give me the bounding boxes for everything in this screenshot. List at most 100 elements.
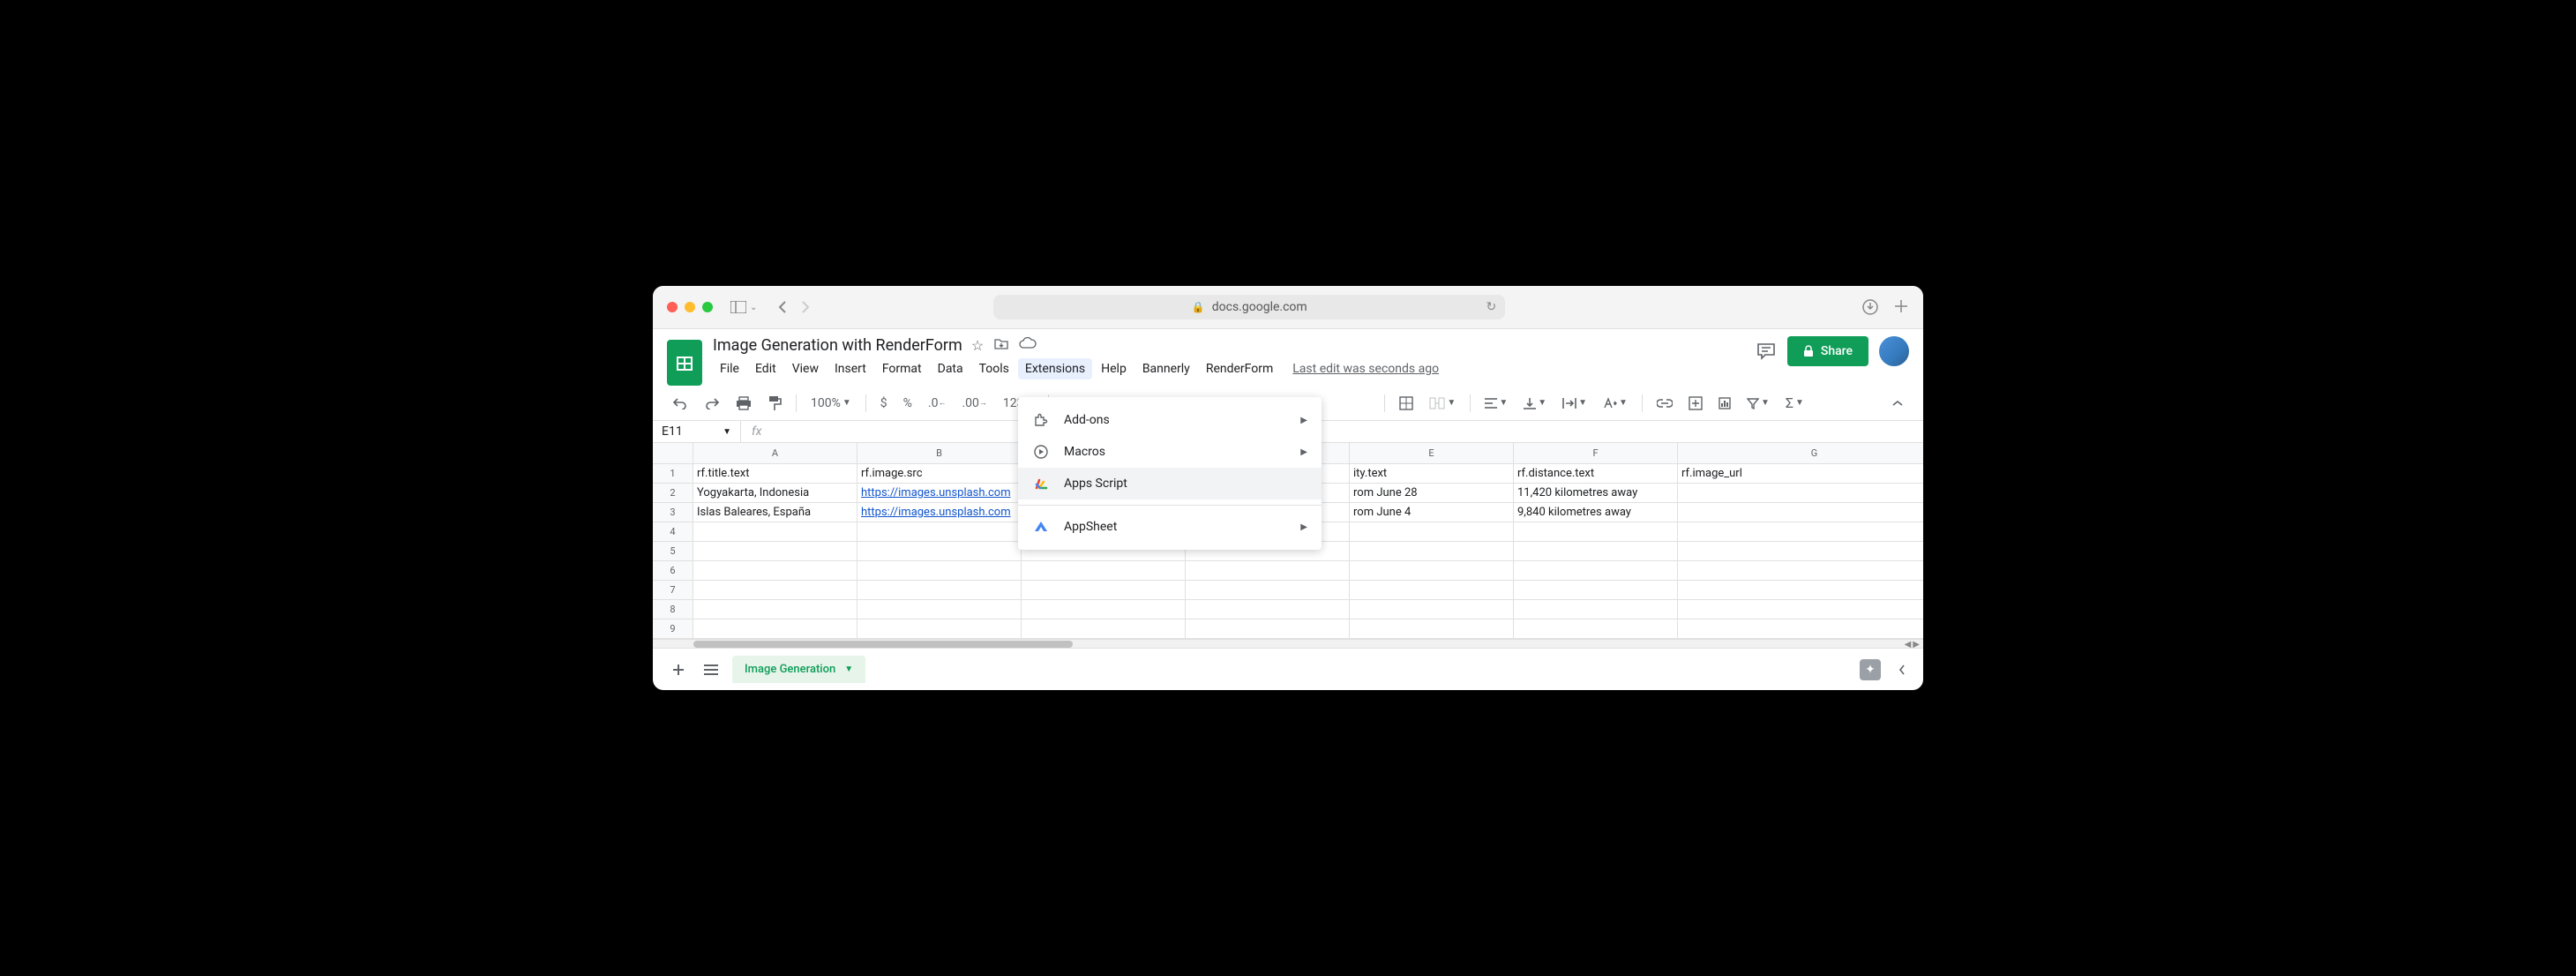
horizontal-scrollbar[interactable]: ◀▶ xyxy=(653,639,1923,648)
close-window-button[interactable] xyxy=(667,302,678,312)
menu-view[interactable]: View xyxy=(785,358,826,379)
filter-button[interactable]: ▼ xyxy=(1741,394,1775,413)
reload-icon[interactable]: ↻ xyxy=(1486,300,1497,314)
row-header-8[interactable]: 8 xyxy=(653,600,693,619)
move-icon[interactable] xyxy=(994,337,1008,354)
cell-b6[interactable] xyxy=(857,561,1022,581)
menu-format[interactable]: Format xyxy=(875,358,929,379)
functions-button[interactable]: Σ▼ xyxy=(1780,391,1809,415)
formula-input[interactable] xyxy=(772,421,1923,442)
cell-f1[interactable]: rf.distance.text xyxy=(1514,464,1678,484)
menu-data[interactable]: Data xyxy=(931,358,970,379)
doc-title[interactable]: Image Generation with RenderForm xyxy=(713,336,962,355)
collapse-toolbar-button[interactable] xyxy=(1886,396,1909,410)
add-sheet-button[interactable] xyxy=(667,658,690,681)
cell-g5[interactable] xyxy=(1678,542,1923,561)
menu-file[interactable]: File xyxy=(713,358,746,379)
scrollbar-thumb[interactable] xyxy=(693,641,1073,648)
cell-a8[interactable] xyxy=(693,600,857,619)
insert-chart-button[interactable] xyxy=(1713,394,1736,413)
user-avatar[interactable] xyxy=(1879,336,1909,366)
cell-e3[interactable]: rom June 4 xyxy=(1350,503,1514,522)
cell-f8[interactable] xyxy=(1514,600,1678,619)
cell-g9[interactable] xyxy=(1678,619,1923,639)
cell-d6[interactable] xyxy=(1186,561,1350,581)
explore-button[interactable]: ✦ xyxy=(1860,659,1881,680)
last-edit-link[interactable]: Last edit was seconds ago xyxy=(1292,362,1439,376)
col-header-a[interactable]: A xyxy=(693,443,857,464)
menu-tools[interactable]: Tools xyxy=(972,358,1016,379)
increase-decimal-button[interactable]: .00→ xyxy=(956,393,992,414)
row-header-9[interactable]: 9 xyxy=(653,619,693,639)
decrease-decimal-button[interactable]: .0← xyxy=(923,393,952,414)
cell-g1[interactable]: rf.image_url xyxy=(1678,464,1923,484)
cell-g8[interactable] xyxy=(1678,600,1923,619)
row-header-5[interactable]: 5 xyxy=(653,542,693,561)
cell-b9[interactable] xyxy=(857,619,1022,639)
star-icon[interactable]: ☆ xyxy=(971,337,984,354)
cell-b7[interactable] xyxy=(857,581,1022,600)
apps-script-menu-item[interactable]: Apps Script xyxy=(1018,468,1322,499)
insert-comment-button[interactable] xyxy=(1683,393,1708,414)
row-header-2[interactable]: 2 xyxy=(653,484,693,503)
row-header-4[interactable]: 4 xyxy=(653,522,693,542)
back-button[interactable] xyxy=(778,300,787,314)
select-all-corner[interactable] xyxy=(653,443,693,464)
all-sheets-button[interactable] xyxy=(700,661,722,679)
sheet-tab[interactable]: Image Generation ▼ xyxy=(732,656,865,683)
share-button[interactable]: Share xyxy=(1787,336,1868,366)
cell-a4[interactable] xyxy=(693,522,857,542)
cell-c9[interactable] xyxy=(1022,619,1186,639)
menu-edit[interactable]: Edit xyxy=(748,358,783,379)
cell-e7[interactable] xyxy=(1350,581,1514,600)
col-header-e[interactable]: E xyxy=(1350,443,1514,464)
cell-g4[interactable] xyxy=(1678,522,1923,542)
sidebar-toggle[interactable]: ⌄ xyxy=(730,301,757,313)
row-header-7[interactable]: 7 xyxy=(653,581,693,600)
minimize-window-button[interactable] xyxy=(685,302,695,312)
cell-f5[interactable] xyxy=(1514,542,1678,561)
appsheet-menu-item[interactable]: AppSheet ▶ xyxy=(1018,511,1322,543)
cell-c7[interactable] xyxy=(1022,581,1186,600)
cell-f9[interactable] xyxy=(1514,619,1678,639)
cell-f6[interactable] xyxy=(1514,561,1678,581)
cell-a6[interactable] xyxy=(693,561,857,581)
cell-f7[interactable] xyxy=(1514,581,1678,600)
text-rotation-button[interactable]: ▼ xyxy=(1598,394,1633,413)
cell-b2[interactable]: https://images.unsplash.com xyxy=(857,484,1022,503)
cell-g6[interactable] xyxy=(1678,561,1923,581)
cloud-status-icon[interactable] xyxy=(1019,337,1037,354)
scroll-right-icon[interactable]: ▶ xyxy=(1913,640,1920,649)
cell-d9[interactable] xyxy=(1186,619,1350,639)
menu-bannerly[interactable]: Bannerly xyxy=(1135,358,1197,379)
addons-menu-item[interactable]: Add-ons ▶ xyxy=(1018,404,1322,436)
row-header-1[interactable]: 1 xyxy=(653,464,693,484)
menu-extensions[interactable]: Extensions xyxy=(1018,358,1092,379)
cell-b5[interactable] xyxy=(857,542,1022,561)
col-header-g[interactable]: G xyxy=(1678,443,1923,464)
cell-a3[interactable]: Islas Baleares, España xyxy=(693,503,857,522)
cell-f2[interactable]: 11,420 kilometres away xyxy=(1514,484,1678,503)
horizontal-align-button[interactable]: ▼ xyxy=(1479,394,1513,412)
insert-link-button[interactable] xyxy=(1651,395,1678,411)
merge-cells-button[interactable]: ▼ xyxy=(1424,394,1461,413)
comments-icon[interactable] xyxy=(1756,341,1777,362)
cell-a1[interactable]: rf.title.text xyxy=(693,464,857,484)
cell-e1[interactable]: ity.text xyxy=(1350,464,1514,484)
menu-renderform[interactable]: RenderForm xyxy=(1199,358,1280,379)
undo-button[interactable] xyxy=(667,394,693,413)
cell-a9[interactable] xyxy=(693,619,857,639)
cell-f3[interactable]: 9,840 kilometres away xyxy=(1514,503,1678,522)
zoom-dropdown[interactable]: 100%▼ xyxy=(805,393,857,414)
text-wrap-button[interactable]: ▼ xyxy=(1557,394,1592,413)
cell-b3[interactable]: https://images.unsplash.com xyxy=(857,503,1022,522)
print-button[interactable] xyxy=(730,393,757,414)
cell-e5[interactable] xyxy=(1350,542,1514,561)
cell-e6[interactable] xyxy=(1350,561,1514,581)
cell-b4[interactable] xyxy=(857,522,1022,542)
format-currency-button[interactable]: $ xyxy=(875,393,893,414)
cell-a2[interactable]: Yogyakarta, Indonesia xyxy=(693,484,857,503)
sheets-logo-icon[interactable] xyxy=(667,340,702,386)
menu-insert[interactable]: Insert xyxy=(827,358,873,379)
cell-g7[interactable] xyxy=(1678,581,1923,600)
